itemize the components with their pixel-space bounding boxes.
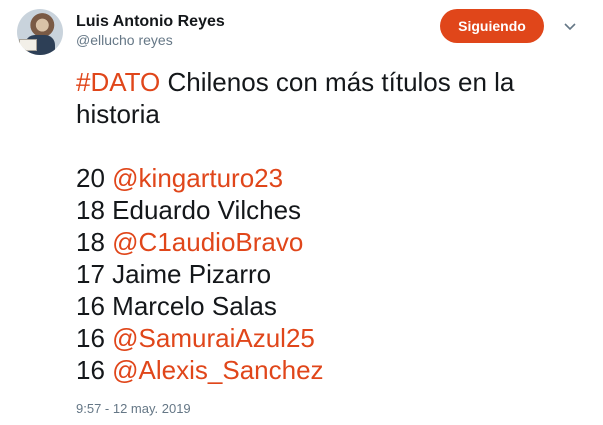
tweet-title: Chilenos con más títulos en la (160, 67, 515, 97)
tweet-text: #DATO Chilenos con más títulos en la his… (76, 66, 576, 386)
mention-link[interactable]: @kingarturo23 (112, 163, 283, 193)
title-count: 18 (76, 227, 105, 257)
list-item: 18 Eduardo Vilches (76, 194, 576, 226)
author-name[interactable]: Luis Antonio Reyes (76, 13, 225, 31)
list-item: 16 Marcelo Salas (76, 290, 576, 322)
chevron-down-icon[interactable] (562, 18, 578, 34)
mention-link[interactable]: @Alexis_Sanchez (112, 355, 323, 385)
player-name: Marcelo Salas (112, 291, 277, 321)
title-count: 16 (76, 323, 105, 353)
title-count: 20 (76, 163, 105, 193)
tweet-title-line: #DATO Chilenos con más títulos en la (76, 66, 576, 98)
list-item: 18 @C1audioBravo (76, 226, 576, 258)
following-button[interactable]: Siguiendo (440, 9, 544, 43)
list-item: 17 Jaime Pizarro (76, 258, 576, 290)
avatar-desk (19, 39, 37, 51)
title-count: 18 (76, 195, 105, 225)
player-name: Eduardo Vilches (112, 195, 302, 225)
tweet-title-line-2: historia (76, 99, 160, 129)
title-count: 17 (76, 259, 105, 289)
mention-link[interactable]: @C1audioBravo (112, 227, 303, 257)
list-item: 16 @SamuraiAzul25 (76, 322, 576, 354)
hashtag-link[interactable]: #DATO (76, 67, 160, 97)
list-item: 16 @Alexis_Sanchez (76, 354, 576, 386)
avatar[interactable] (17, 9, 63, 55)
player-name: Jaime Pizarro (112, 259, 272, 289)
list-item: 20 @kingarturo23 (76, 162, 576, 194)
mention-link[interactable]: @SamuraiAzul25 (112, 323, 315, 353)
title-count: 16 (76, 291, 105, 321)
title-count: 16 (76, 355, 105, 385)
tweet-timestamp[interactable]: 9:57 - 12 may. 2019 (76, 401, 191, 416)
author-handle[interactable]: @ellucho reyes (76, 32, 173, 48)
